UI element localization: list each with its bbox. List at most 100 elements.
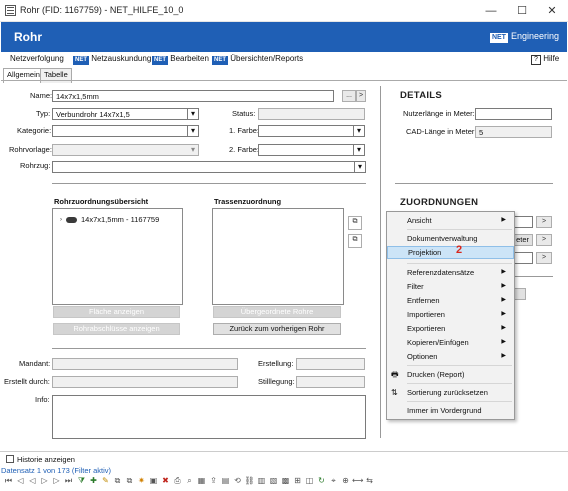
menu-item-label: Projektion: [408, 248, 442, 257]
erstellt-field: [52, 376, 238, 388]
mandant-label: Mandant:: [19, 359, 51, 368]
zuordnung-arrow-button[interactable]: >: [536, 216, 552, 228]
divider: [52, 348, 366, 349]
zuordnung-arrow-button-3[interactable]: >: [536, 252, 552, 264]
sync-icon[interactable]: ⇆: [364, 475, 375, 486]
menu-hilfe-label: Hilfe: [543, 54, 560, 63]
copy-icon[interactable]: ⧉: [348, 216, 362, 230]
filter-icon[interactable]: ⧩: [76, 475, 87, 486]
last-record-icon[interactable]: ⏭: [63, 475, 74, 486]
menu-item-importieren[interactable]: Importieren ▶: [387, 308, 514, 321]
name-ellipsis-button[interactable]: ...: [342, 90, 356, 102]
menu-item-entfernen[interactable]: Entfernen ▶: [387, 294, 514, 307]
clone-icon[interactable]: ⧉: [124, 475, 135, 486]
maximize-button[interactable]: ☐: [508, 2, 536, 20]
menu-item-label: Referenzdatensätze: [407, 268, 475, 277]
rohrzug-label: Rohrzug:: [20, 161, 51, 170]
bottom-separator: [0, 451, 568, 452]
paste-icon[interactable]: ⧉: [348, 234, 362, 248]
typ-dropdown[interactable]: Verbundrohr 14x7x1,5: [52, 108, 199, 120]
next-record-icon[interactable]: ▷: [39, 475, 50, 486]
link-icon[interactable]: ⛓: [244, 475, 255, 486]
cad-laenge-field: 5: [475, 126, 552, 138]
chart-icon[interactable]: ▧: [268, 475, 279, 486]
menu-item-referenzdatensaetze[interactable]: Referenzdatensätze ▶: [387, 266, 514, 279]
search-icon[interactable]: ⌕: [184, 475, 195, 486]
farbe1-dropdown[interactable]: [258, 125, 365, 137]
kategorie-dropdown[interactable]: [52, 125, 199, 137]
trassen-list[interactable]: [212, 208, 344, 305]
tree-item[interactable]: 14x7x1,5mm - 1167759: [81, 215, 159, 224]
zuordnung-small-button[interactable]: [514, 288, 526, 300]
menu-item-dokumentverwaltung[interactable]: Dokumentverwaltung: [387, 232, 514, 245]
next-page-icon[interactable]: ▷: [51, 475, 62, 486]
menu-item-exportieren[interactable]: Exportieren ▶: [387, 322, 514, 335]
menu-bearbeiten[interactable]: NET Bearbeiten: [152, 54, 209, 65]
menu-netzverfolgung[interactable]: Netzverfolgung: [10, 54, 64, 63]
report-icon[interactable]: ▥: [256, 475, 267, 486]
table-icon[interactable]: ▦: [196, 475, 207, 486]
nutzerlaenge-input[interactable]: [475, 108, 552, 120]
menu-uebersichten-reports[interactable]: NET Übersichten/Reports: [212, 54, 303, 65]
refresh-icon[interactable]: ↻: [316, 475, 327, 486]
layer-icon[interactable]: ◫: [304, 475, 315, 486]
measure-icon[interactable]: ⟷: [352, 475, 363, 486]
photo-icon[interactable]: ▩: [280, 475, 291, 486]
close-button[interactable]: ✕: [538, 2, 566, 20]
menu-item-filter[interactable]: Filter ▶: [387, 280, 514, 293]
edit-icon[interactable]: ✎: [100, 475, 111, 486]
menu-item-label: Exportieren: [407, 324, 446, 333]
name-arrow-button[interactable]: >: [356, 90, 366, 102]
window-titlebar: Rohr (FID: 1167759) - NET_HILFE_10_0 — ☐…: [0, 0, 568, 22]
menu-hilfe[interactable]: ? Hilfe: [531, 54, 559, 65]
print-icon[interactable]: ⎙: [172, 475, 183, 486]
rohrzuordnung-tree[interactable]: › 14x7x1,5mm - 1167759: [52, 208, 183, 305]
submenu-arrow-icon: ▶: [501, 325, 506, 331]
delete-icon[interactable]: ✖: [160, 475, 171, 486]
form-title: Rohr: [14, 30, 42, 44]
locate-icon[interactable]: ⌖: [328, 475, 339, 486]
map-icon[interactable]: ⊞: [292, 475, 303, 486]
step-annotation: 2: [456, 244, 463, 256]
zuordnung-arrow-button-2[interactable]: >: [536, 234, 552, 246]
history-icon[interactable]: ⟲: [232, 475, 243, 486]
menu-item-immer-vordergrund[interactable]: Immer im Vordergrund: [387, 404, 514, 417]
first-record-icon[interactable]: ⏮: [3, 475, 14, 486]
rohrabschluesse-button[interactable]: Rohrabschlüsse anzeigen: [53, 323, 180, 335]
info-textarea[interactable]: [52, 395, 366, 439]
wizard-icon[interactable]: ✷: [136, 475, 147, 486]
uebergeordnete-rohre-button[interactable]: Übergeordnete Rohre: [213, 306, 341, 318]
name-input[interactable]: 14x7x1,5mm: [52, 90, 334, 102]
historie-checkbox[interactable]: [6, 455, 14, 463]
menu-item-label: Dokumentverwaltung: [407, 234, 478, 243]
help-icon: ?: [531, 55, 541, 65]
tree-expander-icon[interactable]: ›: [60, 217, 62, 223]
prev-page-icon[interactable]: ◁: [15, 475, 26, 486]
add-icon[interactable]: ✚: [88, 475, 99, 486]
document-icon[interactable]: ▤: [220, 475, 231, 486]
menu-item-kopieren-einfuegen[interactable]: Kopieren/Einfügen ▶: [387, 336, 514, 349]
farbe2-dropdown[interactable]: [258, 144, 365, 156]
flaeche-anzeigen-button[interactable]: Fläche anzeigen: [53, 306, 180, 318]
menu-item-sortierung[interactable]: ⇅ Sortierung zurücksetzen: [387, 386, 514, 399]
menu-item-drucken[interactable]: 🖶 Drucken (Report): [387, 368, 514, 381]
minimize-button[interactable]: —: [477, 2, 505, 20]
name-label: Name:: [30, 91, 53, 100]
erstellung-label: Erstellung:: [258, 359, 294, 368]
zurueck-button[interactable]: Zurück zum vorherigen Rohr: [213, 323, 341, 335]
menu-item-optionen[interactable]: Optionen ▶: [387, 350, 514, 363]
zoom-icon[interactable]: ⊕: [340, 475, 351, 486]
export-icon[interactable]: ⇪: [208, 475, 219, 486]
menu-bearbeiten-label: Bearbeiten: [170, 54, 209, 63]
net-menu-icon: NET: [152, 56, 168, 65]
menu-netzauskundung[interactable]: NET Netzauskundung: [73, 54, 151, 65]
rohrvorlage-dropdown[interactable]: [52, 144, 199, 156]
rohrzug-dropdown[interactable]: [52, 161, 366, 173]
prev-record-icon[interactable]: ◁: [27, 475, 38, 486]
menu-item-projektion[interactable]: Projektion 2: [387, 244, 514, 259]
copy-record-icon[interactable]: ⧉: [112, 475, 123, 486]
details-title: DETAILS: [400, 90, 443, 101]
save-icon[interactable]: ▣: [148, 475, 159, 486]
menu-uebersichten-label: Übersichten/Reports: [230, 54, 304, 63]
menu-item-ansicht[interactable]: Ansicht ▶: [387, 214, 514, 227]
